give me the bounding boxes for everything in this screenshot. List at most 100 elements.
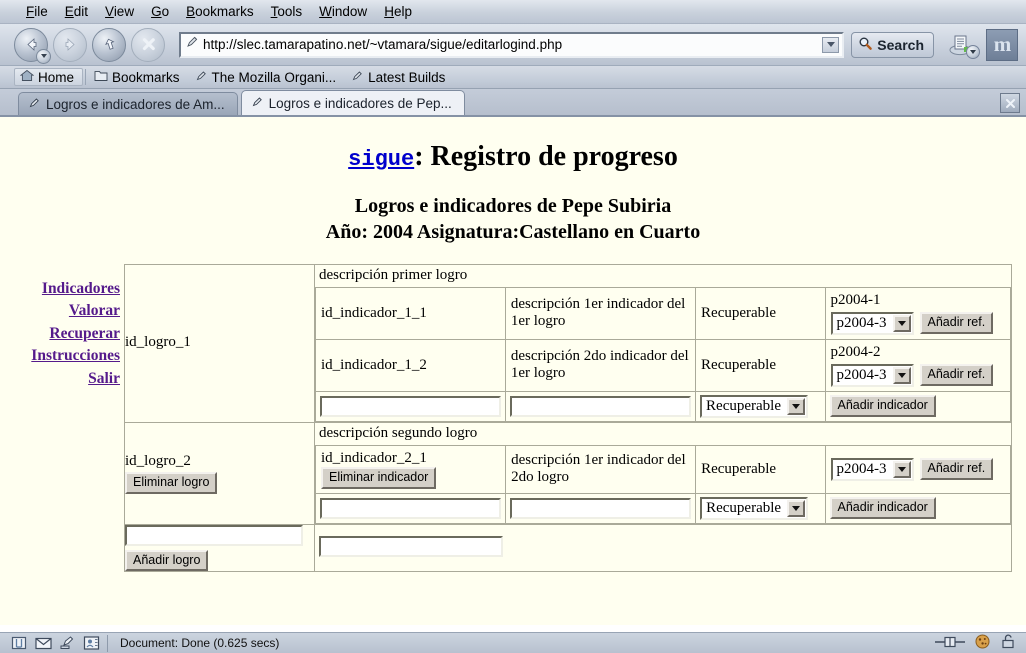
navigator-icon[interactable] xyxy=(10,636,28,651)
back-history-dropdown-icon[interactable] xyxy=(36,48,51,64)
security-unlocked-icon[interactable] xyxy=(1000,634,1016,652)
bookmark-home-label: Home xyxy=(38,69,75,85)
add-ref-button-1-2[interactable]: Añadir ref. xyxy=(919,364,994,387)
print-button[interactable] xyxy=(942,28,980,62)
new-indicador-desc-cell-2 xyxy=(505,492,697,524)
menu-window[interactable]: Window xyxy=(311,2,376,21)
new-indicador-desc-input-1[interactable] xyxy=(509,395,692,417)
chevron-down-icon[interactable] xyxy=(892,314,911,332)
bookmark-home[interactable]: Home xyxy=(14,68,84,86)
menu-bookmarks[interactable]: Bookmarks xyxy=(178,2,263,21)
address-bar-text[interactable]: http://slec.tamarapatino.net/~vtamara/si… xyxy=(203,34,822,56)
address-book-icon[interactable] xyxy=(82,636,100,651)
new-recuperable-value-2: Recuperable xyxy=(706,499,782,516)
indicador-id-1-1: id_indicador_1_1 xyxy=(315,286,506,340)
add-indicador-button-2[interactable]: Añadir indicador xyxy=(829,497,936,519)
status-message: Document: Done (0.625 secs) xyxy=(120,636,280,650)
sidebar-item-recuperar[interactable]: Recuperar xyxy=(12,323,120,345)
new-logro-desc-cell xyxy=(314,523,1012,573)
ref-select-1-2[interactable]: p2004-3 xyxy=(830,363,914,387)
browser-chrome: File Edit View Go Bookmarks Tools Window… xyxy=(0,0,1026,117)
status-component-icons xyxy=(0,636,107,651)
chevron-down-icon[interactable] xyxy=(787,499,806,517)
new-indicador-id-input-2[interactable] xyxy=(320,497,502,519)
new-indicador-recuperable-cell-1: Recuperable xyxy=(695,390,826,422)
mozilla-logo-icon[interactable]: m xyxy=(986,28,1018,61)
indicador-recuperable-1-2: Recuperable xyxy=(695,338,826,392)
page-viewport: sigue: Registro de progreso Logros e ind… xyxy=(0,117,1026,625)
add-indicador-button-1[interactable]: Añadir indicador xyxy=(829,395,936,418)
search-button[interactable]: Search xyxy=(851,31,934,58)
bookmark-mozilla-label: The Mozilla Organi... xyxy=(211,69,337,85)
indicador-recuperable-2-1: Recuperable xyxy=(695,444,826,494)
navigation-toolbar: http://slec.tamarapatino.net/~vtamara/si… xyxy=(0,24,1026,66)
indicador-ref-cell-1-1: p2004-1 p2004-3 Añadir ref. xyxy=(824,286,1011,340)
address-dropdown-icon[interactable] xyxy=(822,36,840,53)
new-indicador-recuperable-cell-2: Recuperable xyxy=(695,492,826,524)
back-button[interactable] xyxy=(14,27,51,64)
new-logro-id-cell: Añadir logro xyxy=(124,523,315,573)
bookmark-latest-builds[interactable]: Latest Builds xyxy=(345,69,454,86)
ref-select-value-1-1: p2004-3 xyxy=(836,314,887,331)
table-row: Recuperable Añadir indicador xyxy=(314,492,1012,524)
bookmarks-toolbar: Home Bookmarks The Mozilla Organi... Lat xyxy=(0,66,1026,89)
indicador-ref-cell-1-2: p2004-2 p2004-3 Añadir ref. xyxy=(824,338,1011,392)
menu-view[interactable]: View xyxy=(97,2,143,21)
chevron-down-icon[interactable] xyxy=(787,397,806,415)
tab-logros-pep[interactable]: Logros e indicadores de Pep... xyxy=(240,90,465,115)
tab-label-2: Logros e indicadores de Pep... xyxy=(268,95,452,111)
sidebar-nav: Indicadores Valorar Recuperar Instruccio… xyxy=(12,264,124,390)
mail-icon[interactable] xyxy=(34,636,52,651)
folder-icon xyxy=(94,70,108,85)
add-logro-button[interactable]: Añadir logro xyxy=(125,549,209,572)
home-icon xyxy=(19,69,35,85)
print-dropdown-icon[interactable] xyxy=(966,44,980,59)
connection-icon xyxy=(935,636,965,651)
indicador-desc-1-1: descripción 1er indicador del 1er logro xyxy=(504,286,697,340)
menu-go[interactable]: Go xyxy=(143,2,178,21)
bookmark-mozilla-org[interactable]: The Mozilla Organi... xyxy=(189,69,346,86)
ref-label-1-2: p2004-2 xyxy=(830,343,881,360)
new-logro-desc-input[interactable] xyxy=(319,536,503,558)
new-indicador-id-input-1[interactable] xyxy=(320,395,501,417)
bookmark-bookmarks-folder[interactable]: Bookmarks xyxy=(88,69,189,86)
sigue-brand-link[interactable]: sigue xyxy=(348,147,414,172)
menu-edit[interactable]: Edit xyxy=(57,2,97,21)
indicador-ref-cell-2-1: p2004-3 Añadir ref. xyxy=(824,444,1012,494)
reload-button[interactable] xyxy=(92,27,126,62)
ref-select-2-1[interactable]: p2004-3 xyxy=(830,457,914,481)
stop-button[interactable] xyxy=(131,27,165,62)
tab-logros-am[interactable]: Logros e indicadores de Am... xyxy=(18,92,238,115)
sidebar-item-indicadores[interactable]: Indicadores xyxy=(12,278,120,300)
cookie-icon[interactable] xyxy=(975,634,990,652)
menu-file[interactable]: File xyxy=(18,2,57,21)
table-row: id_indicador_2_1 Eliminar indicador desc… xyxy=(314,444,1012,494)
new-recuperable-select-2[interactable]: Recuperable xyxy=(700,496,809,520)
chevron-down-icon[interactable] xyxy=(892,366,911,384)
new-recuperable-select-1[interactable]: Recuperable xyxy=(700,394,809,418)
logro-id-cell-1: id_logro_1 xyxy=(124,263,315,423)
delete-logro-button-2[interactable]: Eliminar logro xyxy=(125,471,218,494)
add-ref-button-1-1[interactable]: Añadir ref. xyxy=(919,312,994,335)
sidebar-item-instrucciones[interactable]: Instrucciones xyxy=(12,345,120,367)
chevron-down-icon[interactable] xyxy=(892,460,911,478)
tab-pencil-icon xyxy=(28,97,41,112)
add-ref-button-2-1[interactable]: Añadir ref. xyxy=(919,458,994,481)
sidebar-item-salir[interactable]: Salir xyxy=(12,368,120,390)
delete-indicador-button-2-1[interactable]: Eliminar indicador xyxy=(321,466,437,489)
ref-select-1-1[interactable]: p2004-3 xyxy=(830,311,914,335)
address-bar[interactable]: http://slec.tamarapatino.net/~vtamara/si… xyxy=(179,31,845,58)
new-indicador-desc-input-2[interactable] xyxy=(510,497,692,519)
new-logro-id-input[interactable] xyxy=(125,524,303,546)
close-tab-button[interactable] xyxy=(1000,93,1020,113)
sidebar-item-valorar[interactable]: Valorar xyxy=(12,300,120,322)
logro-description-2: descripción segundo logro xyxy=(319,424,478,441)
composer-icon[interactable] xyxy=(58,636,76,651)
menu-help[interactable]: Help xyxy=(376,2,421,21)
menu-tools[interactable]: Tools xyxy=(263,2,312,21)
table-row: id_logro_2 Eliminar logro descripción se… xyxy=(124,421,1012,525)
bookmark-latest-builds-label: Latest Builds xyxy=(368,69,446,85)
page-title: sigue: Registro de progreso xyxy=(12,141,1014,173)
forward-button[interactable] xyxy=(53,27,87,62)
indicador-recuperable-1-1: Recuperable xyxy=(695,286,826,340)
